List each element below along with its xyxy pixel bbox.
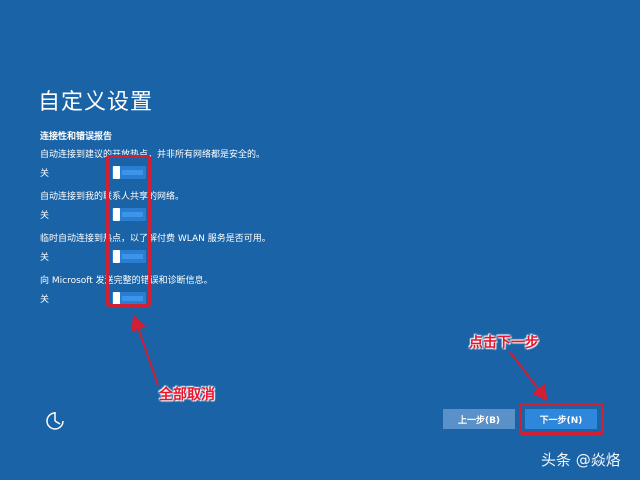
arrow-to-next-button [509, 351, 548, 402]
setting-open-hotspots: 自动连接到建议的开放热点，并非所有网络都是安全的。 关 [40, 149, 460, 183]
setting-contacts-networks: 自动连接到我的联系人共享的网络。 关 [40, 191, 460, 225]
setting-state: 关 [40, 211, 50, 221]
setting-diagnostics: 向 Microsoft 发送完整的错误和诊断信息。 关 [40, 275, 460, 309]
page-title: 自定义设置 [38, 90, 154, 115]
setting-description: 临时自动连接到热点，以了解付费 WLAN 服务是否可用。 [40, 234, 271, 244]
ease-of-access-icon[interactable] [44, 409, 66, 431]
setting-paid-wlan: 临时自动连接到热点，以了解付费 WLAN 服务是否可用。 关 [40, 233, 460, 267]
annotation-cancel-all: 全部取消 [159, 387, 215, 403]
setting-description: 向 Microsoft 发送完整的错误和诊断信息。 [40, 276, 213, 286]
next-button-highlight-box [519, 403, 604, 435]
back-button[interactable]: 上一步(B) [443, 409, 515, 429]
setting-state: 关 [40, 295, 50, 305]
arrow-to-toggles [131, 314, 159, 386]
setting-state: 关 [40, 253, 50, 263]
annotation-click-next: 点击下一步 [469, 335, 539, 351]
section-title: 连接性和错误报告 [40, 132, 113, 142]
setting-description: 自动连接到建议的开放热点，并非所有网络都是安全的。 [40, 150, 266, 160]
toggles-highlight-box [106, 155, 151, 307]
setting-description: 自动连接到我的联系人共享的网络。 [40, 192, 185, 202]
setting-state: 关 [40, 169, 50, 179]
watermark: 头条 @焱烙 [541, 451, 621, 469]
